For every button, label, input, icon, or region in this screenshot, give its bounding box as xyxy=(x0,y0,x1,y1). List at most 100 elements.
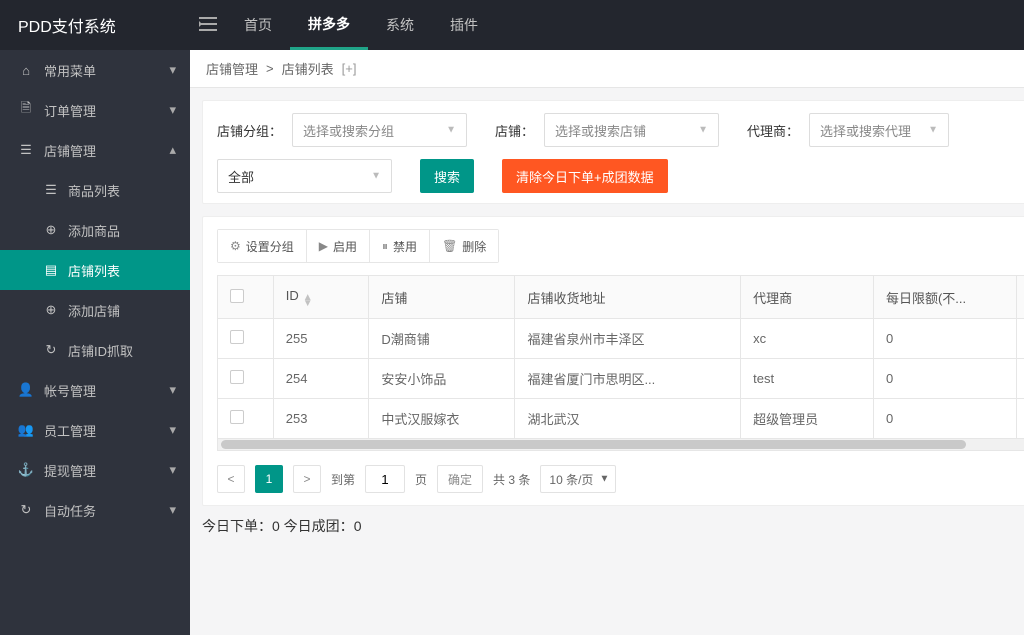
row-checkbox[interactable] xyxy=(230,410,244,424)
col-limit: 每日限额(不... xyxy=(873,276,1016,319)
row-checkbox[interactable] xyxy=(230,370,244,384)
sidebar-item-label: 提现管理 xyxy=(44,461,159,480)
sidebar-item-label: 订单管理 xyxy=(44,101,159,120)
breadcrumb-add-tab[interactable]: [+] xyxy=(342,61,357,76)
breadcrumb-root[interactable]: 店铺管理 xyxy=(206,59,258,78)
chevron-down-icon xyxy=(169,502,176,518)
cell-limit: 0 xyxy=(873,399,1016,439)
goto-label-suf: 页 xyxy=(415,471,427,488)
brand-title: PDD支付系统 xyxy=(18,13,116,37)
summary-group-value: 0 xyxy=(354,518,362,534)
sidebar-toggle[interactable] xyxy=(190,0,226,50)
chevron-down-icon xyxy=(169,62,176,78)
cell-agent: 超级管理员 xyxy=(741,399,874,439)
summary-order-value: 0 xyxy=(272,518,280,534)
enable-button[interactable]: ▶启用 xyxy=(307,230,370,262)
grid-icon: ▤ xyxy=(44,262,58,278)
next-page-button[interactable]: > xyxy=(293,465,321,493)
sidebar-item-shops[interactable]: ☰ 店铺管理 xyxy=(0,130,190,170)
table-panel: ⚙设置分组 ▶启用 ⏸禁用 🗑删除 ID▲▼ 店铺 店铺收货地址 代理商 每日限… xyxy=(202,216,1024,506)
sidebar-item-product-list[interactable]: ☰ 商品列表 xyxy=(0,170,190,210)
sidebar-item-add-shop[interactable]: ⊕ 添加店铺 xyxy=(0,290,190,330)
home-icon: ⌂ xyxy=(18,63,34,78)
play-icon: ▶ xyxy=(319,239,328,253)
goto-label-pre: 到第 xyxy=(331,471,355,488)
cell-addr: 福建省厦门市思明区... xyxy=(515,359,741,399)
sidebar-item-common[interactable]: ⌂ 常用菜单 xyxy=(0,50,190,90)
col-today-order[interactable]: 今日下单▲▼ xyxy=(1017,276,1024,319)
anchor-icon: ⚓ xyxy=(18,462,34,478)
sidebar-item-label: 店铺ID抓取 xyxy=(68,341,176,360)
clear-today-button[interactable]: 清除今日下单+成团数据 xyxy=(502,159,668,193)
sidebar-item-label: 自动任务 xyxy=(44,501,159,520)
filter-agent-select[interactable]: 选择或搜索代理 ▼ xyxy=(809,113,949,147)
trash-icon: 🗑 xyxy=(442,239,457,253)
list-icon: ☰ xyxy=(44,182,58,198)
search-button[interactable]: 搜索 xyxy=(420,159,474,193)
sidebar-item-shop-list[interactable]: ▤ 店铺列表 xyxy=(0,250,190,290)
chevron-down-icon: ▼ xyxy=(928,125,938,136)
goto-page-input[interactable] xyxy=(365,465,405,493)
select-all-checkbox[interactable] xyxy=(230,289,244,303)
sidebar-item-autotask[interactable]: ↻ 自动任务 xyxy=(0,490,190,530)
cell-id: 253 xyxy=(273,399,369,439)
filter-shop-select[interactable]: 选择或搜索店铺 ▼ xyxy=(544,113,719,147)
filter-shop-label: 店铺： xyxy=(495,121,534,140)
main: 店铺管理 > 店铺列表 [+] 店铺分组： 选择或搜索分组 ▼ 店铺： xyxy=(190,50,1024,635)
cell-limit: 0 xyxy=(873,359,1016,399)
sidebar-item-label: 商品列表 xyxy=(68,181,176,200)
filter-agent-label: 代理商： xyxy=(747,121,799,140)
disable-button[interactable]: ⏸禁用 xyxy=(370,230,430,262)
sidebar-item-staff[interactable]: 👥 员工管理 xyxy=(0,410,190,450)
cell-agent: test xyxy=(741,359,874,399)
sidebar-item-account[interactable]: 👤 帐号管理 xyxy=(0,370,190,410)
breadcrumb-current: 店铺列表 xyxy=(282,59,334,78)
table-row: 255 D潮商铺 福建省泉州市丰泽区 xc 0 0 0 xyxy=(218,319,1024,359)
sidebar: ⌂ 常用菜单 🗎 订单管理 ☰ 店铺管理 ☰ 商品列表 ⊕ 添加商品 xyxy=(0,50,190,635)
goto-confirm-button[interactable]: 确定 xyxy=(437,465,483,493)
content: 店铺分组： 选择或搜索分组 ▼ 店铺： 选择或搜索店铺 ▼ xyxy=(190,88,1024,554)
topnav-system[interactable]: 系统 xyxy=(368,0,432,50)
col-checkbox xyxy=(218,276,274,319)
sidebar-item-withdraw[interactable]: ⚓ 提现管理 xyxy=(0,450,190,490)
chevron-down-icon xyxy=(169,102,176,118)
sidebar-item-add-product[interactable]: ⊕ 添加商品 xyxy=(0,210,190,250)
sidebar-item-label: 帐号管理 xyxy=(44,381,159,400)
prev-page-button[interactable]: < xyxy=(217,465,245,493)
cell-today-order: 0 xyxy=(1017,319,1024,359)
breadcrumb-sep: > xyxy=(266,61,274,76)
order-icon: 🗎 xyxy=(18,99,34,121)
topnav-plugin[interactable]: 插件 xyxy=(432,0,496,50)
sidebar-item-label: 店铺列表 xyxy=(68,261,176,280)
pagesize-select[interactable]: 10 条/页 ▼ xyxy=(540,465,616,493)
pagination: < 1 > 到第 页 确定 共 3 条 10 条/页 ▼ xyxy=(217,465,1024,493)
topnav-home[interactable]: 首页 xyxy=(226,0,290,50)
table-horizontal-scrollbar[interactable] xyxy=(217,439,1024,451)
sort-icon: ▲▼ xyxy=(303,295,313,307)
topbar: PDD支付系统 首页 拼多多 系统 插件 xyxy=(0,0,1024,50)
col-agent: 代理商 xyxy=(741,276,874,319)
scrollbar-thumb[interactable] xyxy=(221,440,966,449)
filter-status-select[interactable]: 全部 ▼ xyxy=(217,159,392,193)
cell-shop: D潮商铺 xyxy=(369,319,515,359)
col-id[interactable]: ID▲▼ xyxy=(273,276,369,319)
total-count: 共 3 条 xyxy=(493,471,530,488)
chevron-down-icon: ▼ xyxy=(600,474,610,485)
filter-group-select[interactable]: 选择或搜索分组 ▼ xyxy=(292,113,467,147)
set-group-button[interactable]: ⚙设置分组 xyxy=(218,230,307,262)
chevron-down-icon xyxy=(169,382,176,398)
delete-button[interactable]: 🗑删除 xyxy=(430,230,498,262)
cell-today-order: 0 xyxy=(1017,399,1024,439)
cell-agent: xc xyxy=(741,319,874,359)
filter-shop-placeholder: 选择或搜索店铺 xyxy=(555,121,646,140)
chevron-down-icon: ▼ xyxy=(371,171,381,182)
cell-id: 254 xyxy=(273,359,369,399)
cell-shop: 安安小饰品 xyxy=(369,359,515,399)
row-checkbox[interactable] xyxy=(230,330,244,344)
content-scroll[interactable]: 店铺分组： 选择或搜索分组 ▼ 店铺： 选择或搜索店铺 ▼ xyxy=(190,88,1024,635)
sidebar-item-orders[interactable]: 🗎 订单管理 xyxy=(0,90,190,130)
topnav-pdd[interactable]: 拼多多 xyxy=(290,0,368,50)
sidebar-item-shop-id-fetch[interactable]: ↻ 店铺ID抓取 xyxy=(0,330,190,370)
page-1-button[interactable]: 1 xyxy=(255,465,283,493)
menu-collapse-icon xyxy=(199,17,217,34)
